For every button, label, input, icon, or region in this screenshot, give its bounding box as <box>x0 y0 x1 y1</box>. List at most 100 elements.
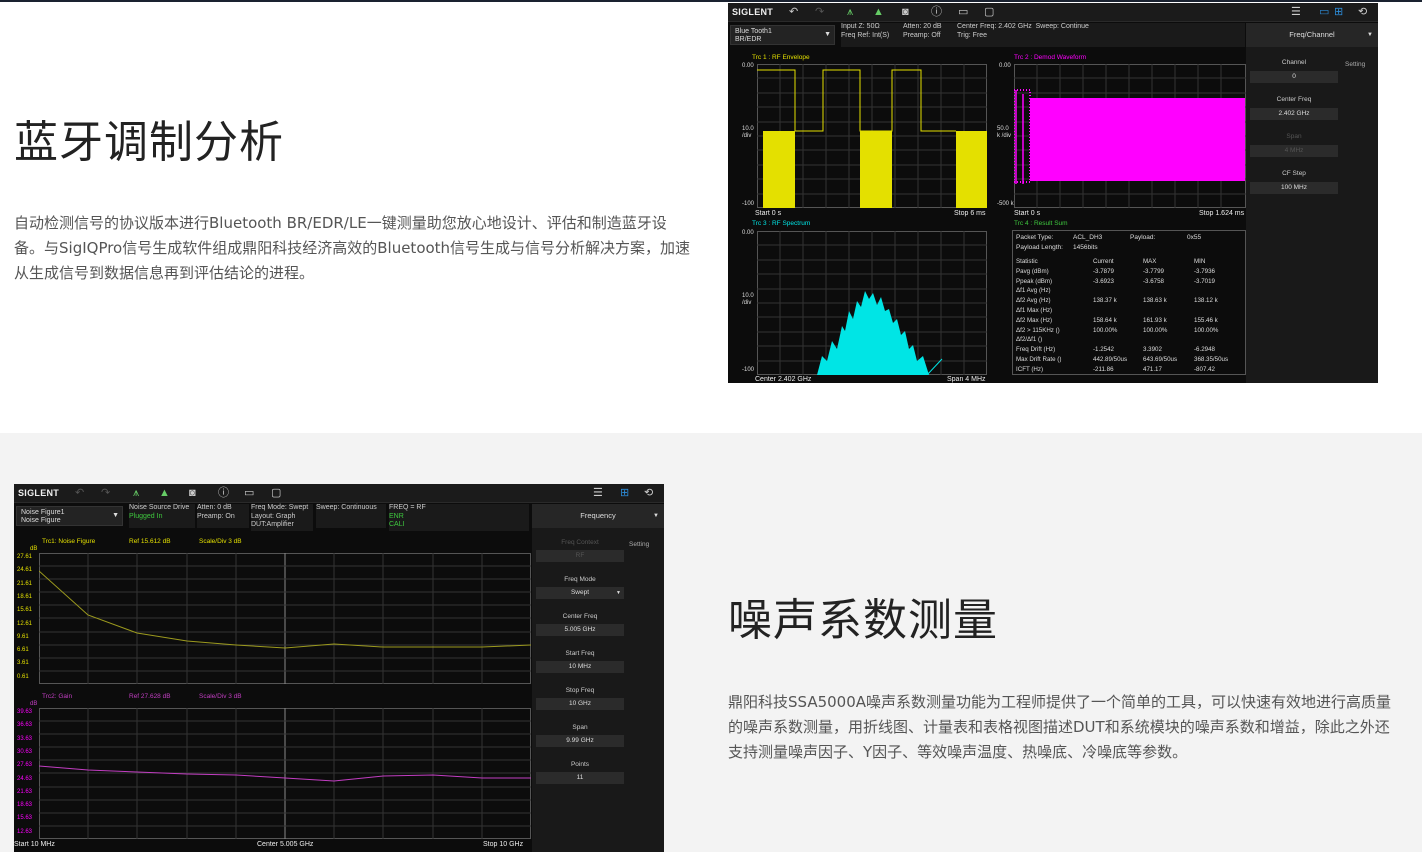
section-title: 噪声系数测量 <box>728 595 998 646</box>
y-tick-label: 9.61 <box>17 633 29 640</box>
table-cell: Δf2 Max (Hz) <box>1016 316 1053 324</box>
trace2-tick-top: 0.00 <box>999 63 1011 69</box>
trace3-stop: Span 4 MHz <box>947 376 986 383</box>
y-tick-label: 24.61 <box>17 567 33 574</box>
undo-icon[interactable]: ↶ <box>789 6 798 18</box>
center-freq-value[interactable]: 2.402 GHz <box>1250 108 1338 120</box>
nf-trace-label: Trc1: Noise Figure <box>42 538 96 545</box>
sweep: Sweep: Continue <box>1035 23 1089 30</box>
setting-tab[interactable]: Setting <box>1345 61 1365 68</box>
redo-icon[interactable]: ↷ <box>101 487 110 499</box>
toolbar: SIGLENT ↶ ↷ ⩚ ▲ ◙ ⓘ ▭ ▢ ☰ ⊞ ⟲ <box>14 484 664 503</box>
y-tick-label: 27.61 <box>17 554 33 560</box>
panel-header[interactable]: Frequency ▼ <box>532 504 664 528</box>
bluetooth-section: 蓝牙调制分析 自动检测信号的协议版本进行Bluetooth BR/EDR/LE一… <box>0 2 1422 433</box>
freq-mode-value[interactable]: Swept ▼ <box>536 587 624 599</box>
redo-icon[interactable]: ↷ <box>815 6 824 18</box>
x-stop: Stop 10 GHz <box>483 841 524 848</box>
bluetooth-analyzer-screenshot: SIGLENT ↶ ↷ ⩚ ▲ ◙ ⓘ ▭ ▢ ☰ ▭ ⊞ ⟲ Blue Too… <box>728 3 1378 383</box>
folder-icon[interactable]: ▭ <box>958 6 968 18</box>
help-icon[interactable]: ⓘ <box>218 487 229 499</box>
message-icon[interactable]: ▢ <box>271 487 281 499</box>
peak-marker-icon[interactable]: ⩚ <box>133 487 139 499</box>
y-tick-label: 21.63 <box>17 788 33 795</box>
payload-label: Payload: <box>1130 234 1156 241</box>
help-icon[interactable]: ⓘ <box>931 6 942 18</box>
table-cell: 100.00% <box>1093 326 1118 334</box>
result-table: Statistic Current MAX MIN Pavg (dBm) -3.7… <box>1016 257 1242 375</box>
center-freq-value[interactable]: 5.005 GHz <box>536 624 624 636</box>
table-cell: 471.17 <box>1143 365 1162 373</box>
y-tick-label: 30.63 <box>17 748 33 755</box>
chevron-down-icon: ▼ <box>112 512 119 519</box>
siglent-logo: SIGLENT <box>18 488 60 498</box>
folder-icon[interactable]: ▭ <box>244 487 254 499</box>
table-row: Pavg (dBm) -3.7879 -3.7799 -3.7936 <box>1016 267 1242 277</box>
panel-header[interactable]: Freq/Channel ▼ <box>1246 23 1378 47</box>
table-cell: Δf2 Avg (Hz) <box>1016 297 1051 305</box>
setting-tab[interactable]: Setting <box>629 541 649 548</box>
freq-mode: Freq Mode: Swept <box>251 504 309 511</box>
cf-step-value[interactable]: 100 MHz <box>1250 182 1338 194</box>
column-header: MAX <box>1143 258 1157 265</box>
nf-unit: dB <box>30 546 38 552</box>
table-cell: -3.7019 <box>1194 277 1215 285</box>
center-freq-label: Center Freq <box>1276 96 1312 103</box>
payload-length-value: 1456bits <box>1073 244 1098 251</box>
table-cell <box>1143 286 1194 296</box>
span-value[interactable]: 9.99 GHz <box>536 735 624 747</box>
marker-icon[interactable]: ▲ <box>159 487 170 499</box>
trace3-tick-div: 10.0 /div <box>742 293 754 306</box>
freq-mode-label: Freq Mode <box>564 576 596 583</box>
marker-icon[interactable]: ▲ <box>873 6 884 18</box>
power-icon[interactable]: ⟲ <box>1358 6 1367 18</box>
span-label: Span <box>572 724 588 731</box>
table-cell <box>1093 286 1143 296</box>
span-label: Span <box>1286 133 1302 140</box>
mode-select[interactable]: Blue Tooth1 BR/EDR ▼ <box>730 25 835 45</box>
table-cell: Ppeak (dBm) <box>1016 277 1053 285</box>
plugged-in: Plugged In <box>129 512 163 520</box>
y-tick-label: 12.63 <box>17 828 33 835</box>
payload-value: 0x55 <box>1187 234 1202 241</box>
mode-select[interactable]: Noise Figure1 Noise Figure ▼ <box>16 506 123 526</box>
mode-name: Blue Tooth1 <box>735 28 772 35</box>
noise-source-drive: Noise Source Drive <box>129 504 190 511</box>
panel-header-label: Frequency <box>580 511 616 520</box>
channel-value[interactable]: 0 <box>1250 71 1338 83</box>
trace1-stop: Stop 6 ms <box>954 210 986 217</box>
toolbar: SIGLENT ↶ ↷ ⩚ ▲ ◙ ⓘ ▭ ▢ ☰ ▭ ⊞ ⟲ <box>728 3 1378 22</box>
power-icon[interactable]: ⟲ <box>644 487 653 499</box>
menu-list-icon[interactable]: ☰ <box>1291 6 1301 18</box>
trace1-start: Start 0 s <box>755 210 782 217</box>
peak-marker-icon[interactable]: ⩚ <box>847 6 853 18</box>
start-freq-value[interactable]: 10 MHz <box>536 661 624 673</box>
points-value[interactable]: 11 <box>536 772 624 784</box>
nf-ref: Ref 15.612 dB <box>129 538 171 545</box>
info-noise-source: Noise Source Drive Plugged In <box>129 504 195 528</box>
undo-icon[interactable]: ↶ <box>75 487 84 499</box>
table-cell <box>1194 335 1242 345</box>
cali: CALI <box>389 521 405 528</box>
camera-icon[interactable]: ◙ <box>902 6 909 18</box>
trace1-label: Trc 1 : RF Envelope <box>752 54 810 61</box>
toggle-icon[interactable]: ▭ <box>1319 6 1329 18</box>
info-atten: Atten: 20 dB Preamp: Off <box>903 23 953 47</box>
chevron-down-icon: ▼ <box>824 31 831 38</box>
network-icon[interactable]: ⊞ <box>620 487 629 499</box>
preamp: Preamp: Off <box>903 31 941 39</box>
table-cell: 100.00% <box>1143 326 1168 334</box>
table-row: Δf1 Avg (Hz) <box>1016 286 1242 296</box>
network-icon[interactable]: ⊞ <box>1334 6 1343 18</box>
preamp: Preamp: On <box>197 512 235 520</box>
table-cell <box>1194 286 1242 296</box>
menu-list-icon[interactable]: ☰ <box>593 487 603 499</box>
y-tick-label: 21.61 <box>17 580 33 587</box>
message-icon[interactable]: ▢ <box>984 6 994 18</box>
freq-context-label: Freq Context <box>561 539 599 546</box>
stop-freq-value[interactable]: 10 GHz <box>536 698 624 710</box>
span-value: 4 MHz <box>1250 145 1338 157</box>
camera-icon[interactable]: ◙ <box>189 487 196 499</box>
table-cell <box>1143 306 1194 316</box>
table-row: Δf2 > 115KHz () 100.00% 100.00% 100.00% <box>1016 326 1242 336</box>
